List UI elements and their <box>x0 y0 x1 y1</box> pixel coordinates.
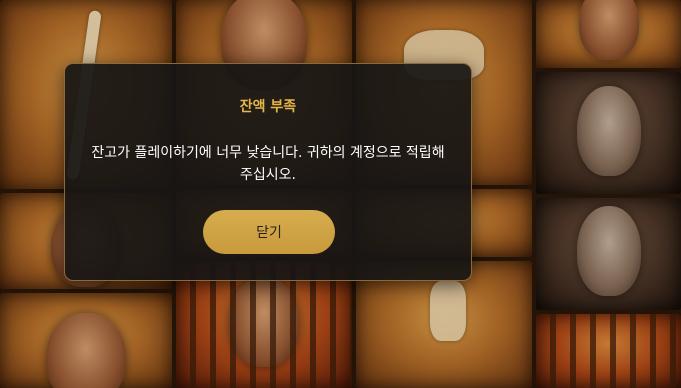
dialog-message: 잔고가 플레이하기에 너무 낮습니다. 귀하의 계정으로 적립해 주십시오. <box>91 145 445 183</box>
slot-game-screen: 잔액 부족 잔고가 플레이하기에 너무 낮습니다. 귀하의 계정으로 적립해 주… <box>0 0 681 388</box>
close-button[interactable]: 닫기 <box>203 210 335 254</box>
dialog-title: 잔액 부족 <box>239 99 297 115</box>
insufficient-balance-dialog: 잔액 부족 잔고가 플레이하기에 너무 낮습니다. 귀하의 계정으로 적립해 주… <box>64 63 472 281</box>
